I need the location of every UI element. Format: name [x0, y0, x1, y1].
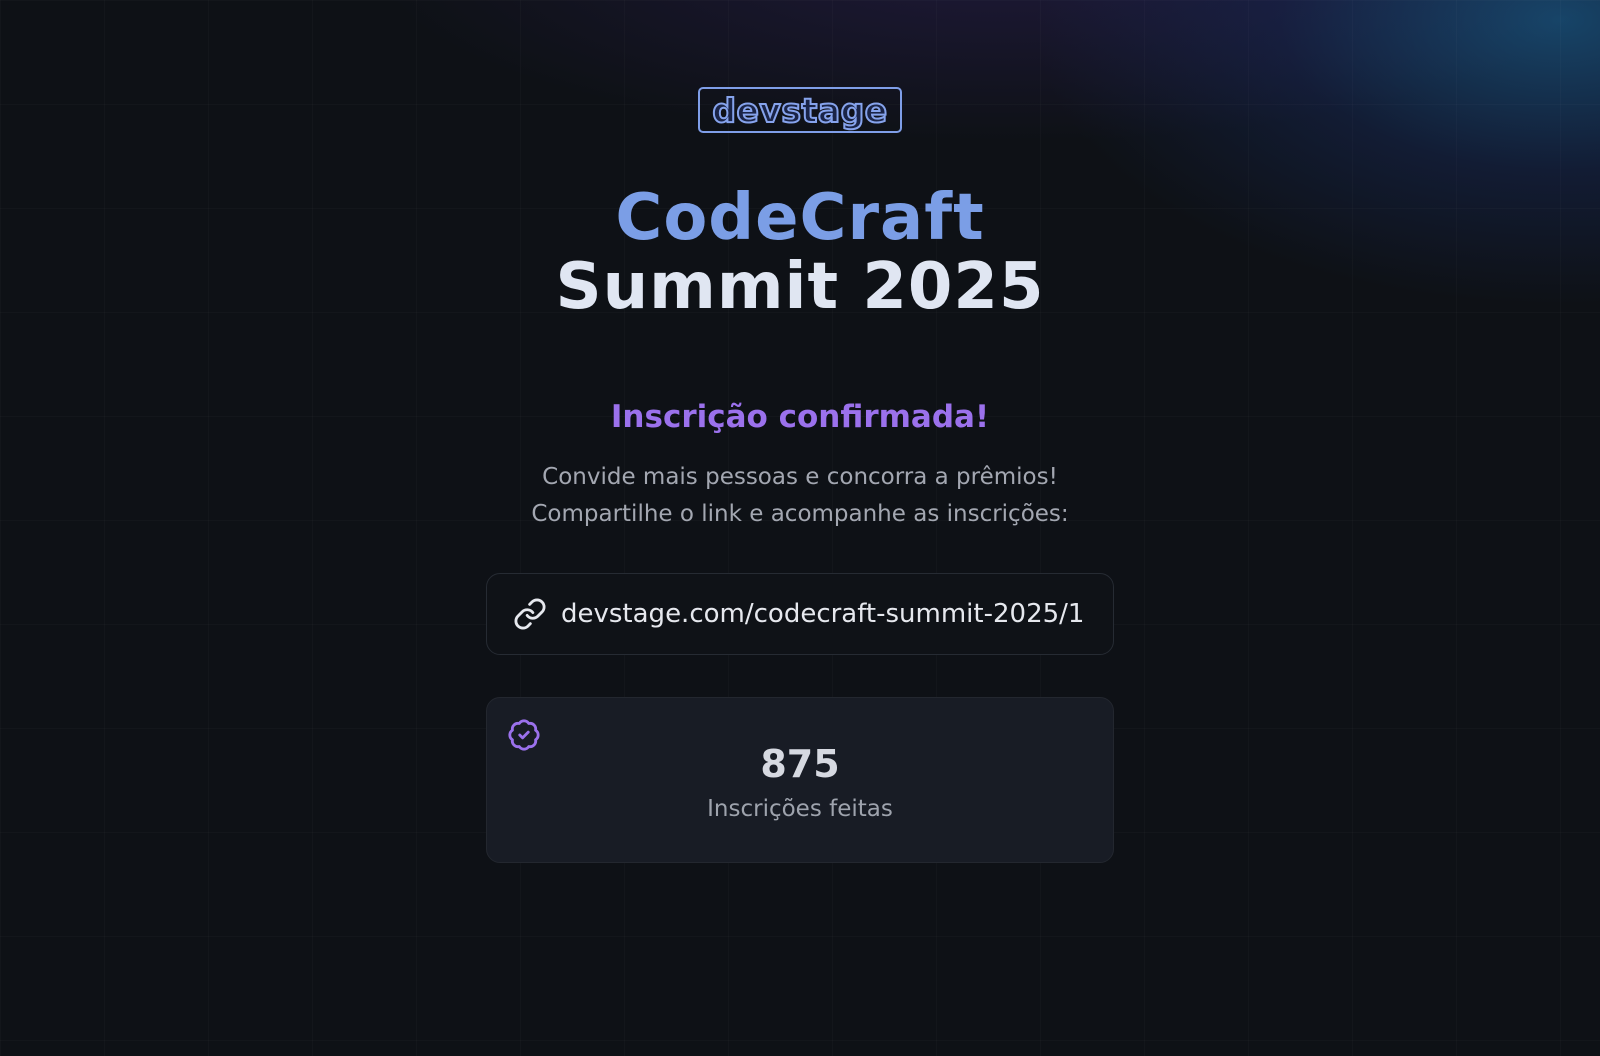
- devstage-logo: devstage: [698, 87, 902, 133]
- event-title-line2: Summit 2025: [555, 250, 1045, 324]
- subtitle-line1: Convide mais pessoas e concorra a prêmio…: [542, 464, 1058, 490]
- confirmation-subtitle: Convide mais pessoas e concorra a prêmio…: [531, 459, 1068, 533]
- confirmation-heading: Inscrição confirmada!: [610, 399, 990, 435]
- invite-link-field[interactable]: devstage.com/codecraft-summit-2025/1: [486, 573, 1114, 655]
- subscriptions-stat-card: 875 Inscrições feitas: [486, 697, 1114, 863]
- subscriptions-label: Inscrições feitas: [707, 796, 893, 822]
- main-content: devstage CodeCraft Summit 2025 Inscrição…: [0, 0, 1600, 863]
- subscription-confirmed-page: devstage CodeCraft Summit 2025 Inscrição…: [0, 0, 1600, 1056]
- subtitle-line2: Compartilhe o link e acompanhe as inscri…: [531, 501, 1069, 527]
- badge-check-icon: [507, 718, 541, 752]
- event-title-line1: CodeCraft: [615, 181, 985, 255]
- link-icon: [513, 597, 547, 631]
- logo-text: devstage: [711, 90, 888, 130]
- invite-link-url[interactable]: devstage.com/codecraft-summit-2025/1: [561, 599, 1099, 629]
- subscriptions-count: 875: [760, 742, 840, 786]
